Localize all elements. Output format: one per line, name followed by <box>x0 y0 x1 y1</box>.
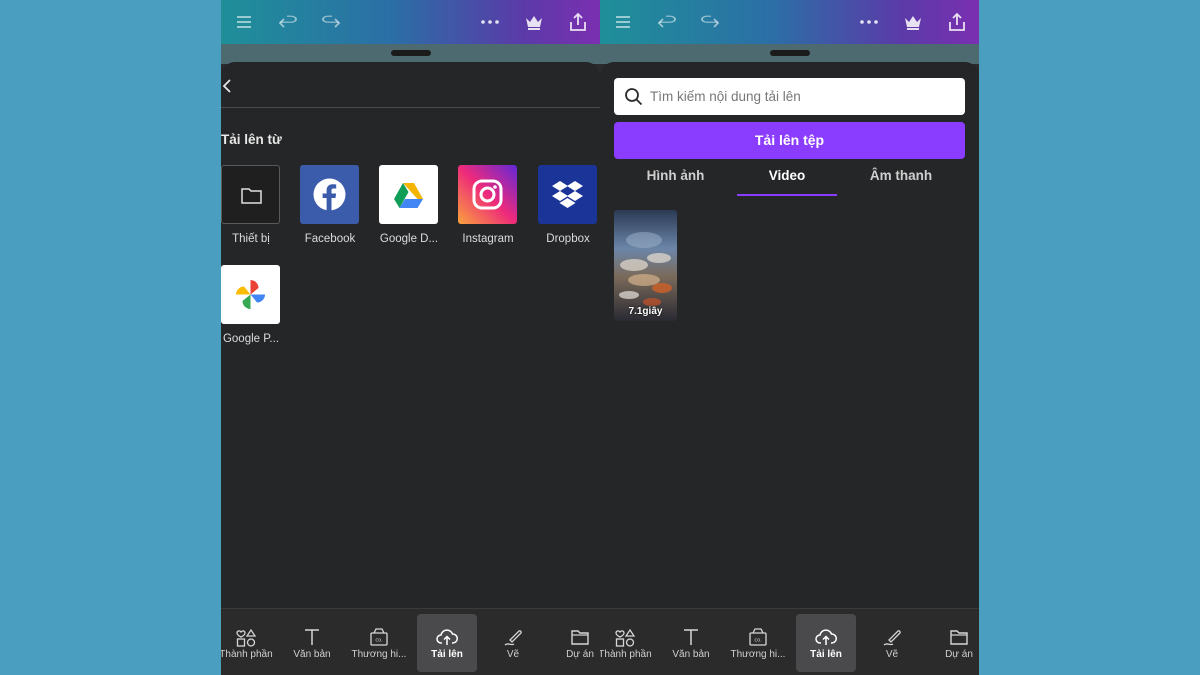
google-drive-icon <box>379 165 438 224</box>
source-dropbox[interactable]: Dropbox <box>538 165 598 245</box>
nav-label: Tải lên <box>431 649 463 660</box>
nav-item-draw[interactable]: Vẽ <box>862 614 922 672</box>
source-device[interactable]: Thiết bị <box>221 165 281 245</box>
tab-video[interactable]: Video <box>737 162 837 196</box>
folder-icon <box>948 626 970 648</box>
drag-handle[interactable] <box>770 50 810 56</box>
back-chevron-icon[interactable] <box>221 77 235 95</box>
instagram-icon <box>458 165 517 224</box>
top-toolbar <box>221 0 600 44</box>
source-label: Facebook <box>304 233 356 245</box>
share-icon[interactable] <box>946 11 968 33</box>
nav-item-brand[interactable]: co. Thương hi... <box>728 614 788 672</box>
svg-text:co.: co. <box>754 638 762 644</box>
bottom-nav: Thành phần Văn bản co. Thương hi... Tải … <box>600 608 979 675</box>
shapes-icon <box>614 626 636 648</box>
nav-item-brand[interactable]: co. Thương hi... <box>349 614 409 672</box>
tab-images[interactable]: Hình ảnh <box>614 162 737 196</box>
nav-label: Thương hi... <box>730 649 786 660</box>
shapes-icon <box>235 626 257 648</box>
source-label: Google D... <box>379 233 439 245</box>
more-icon[interactable] <box>479 11 501 33</box>
source-label: Google P... <box>222 333 280 345</box>
draw-icon <box>881 626 903 648</box>
cloud-upload-icon <box>436 626 458 648</box>
uploads-sheet: Tải lên tệp Hình ảnh Video Âm thanh <box>600 62 979 608</box>
text-icon <box>680 626 702 648</box>
nav-label: Văn bản <box>293 649 331 660</box>
source-instagram[interactable]: Instagram <box>458 165 518 245</box>
brand-icon: co. <box>747 626 769 648</box>
undo-icon[interactable] <box>656 11 678 33</box>
nav-label: Thương hi... <box>351 649 407 660</box>
phone-screen-left: Tải lên từ Thiết bị Facebook Google D...… <box>221 0 600 675</box>
source-label: Instagram <box>462 233 514 245</box>
cloud-upload-icon <box>815 626 837 648</box>
undo-icon[interactable] <box>277 11 299 33</box>
nav-item-text[interactable]: Văn bản <box>661 614 721 672</box>
nav-item-text[interactable]: Văn bản <box>282 614 342 672</box>
nav-item-projects[interactable]: Dự án <box>929 614 979 672</box>
upload-sources-sheet: Tải lên từ Thiết bị Facebook Google D...… <box>221 62 600 608</box>
folder-icon <box>221 165 280 224</box>
media-tabs: Hình ảnh Video Âm thanh <box>614 162 965 198</box>
top-toolbar <box>600 0 979 44</box>
svg-text:co.: co. <box>375 638 383 644</box>
source-facebook[interactable]: Facebook <box>300 165 360 245</box>
search-input[interactable] <box>650 78 950 115</box>
video-thumbnail[interactable]: 7.1giây <box>614 210 677 321</box>
section-title: Tải lên từ <box>221 132 282 147</box>
share-icon[interactable] <box>567 11 589 33</box>
nav-item-uploads[interactable]: Tải lên <box>417 614 477 672</box>
more-icon[interactable] <box>858 11 880 33</box>
menu-icon[interactable] <box>612 11 634 33</box>
nav-label: Văn bản <box>672 649 710 660</box>
nav-item-elements[interactable]: Thành phần <box>600 614 655 672</box>
video-duration: 7.1giây <box>628 306 663 317</box>
search-box[interactable] <box>614 78 965 115</box>
nav-item-projects[interactable]: Dự án <box>550 614 600 672</box>
menu-icon[interactable] <box>233 11 255 33</box>
phone-screen-right: Tải lên tệp Hình ảnh Video Âm thanh <box>600 0 979 675</box>
brand-icon: co. <box>368 626 390 648</box>
source-google-drive[interactable]: Google D... <box>379 165 439 245</box>
nav-label: Vẽ <box>506 649 520 660</box>
source-google-photos[interactable]: Google P... <box>221 265 281 345</box>
google-photos-icon <box>221 265 280 324</box>
source-label: Thiết bị <box>232 233 270 245</box>
upload-file-button[interactable]: Tải lên tệp <box>614 122 965 159</box>
divider <box>221 107 600 108</box>
source-label: Dropbox <box>546 233 590 245</box>
search-icon <box>623 86 644 107</box>
draw-icon <box>502 626 524 648</box>
nav-item-draw[interactable]: Vẽ <box>483 614 543 672</box>
dropbox-icon <box>538 165 597 224</box>
drag-handle[interactable] <box>391 50 431 56</box>
active-tab-indicator <box>737 194 837 196</box>
nav-label: Dự án <box>945 649 973 660</box>
tab-audio[interactable]: Âm thanh <box>837 162 965 196</box>
bottom-nav: Thành phần Văn bản co. Thương hi... Tải … <box>221 608 600 675</box>
facebook-icon <box>300 165 359 224</box>
nav-label: Vẽ <box>885 649 899 660</box>
nav-item-elements[interactable]: Thành phần <box>221 614 276 672</box>
nav-label: Tải lên <box>810 649 842 660</box>
redo-icon[interactable] <box>320 11 342 33</box>
crown-icon[interactable] <box>902 11 924 33</box>
crown-icon[interactable] <box>523 11 545 33</box>
redo-icon[interactable] <box>699 11 721 33</box>
folder-icon <box>569 626 591 648</box>
nav-label: Dự án <box>566 649 594 660</box>
nav-item-uploads[interactable]: Tải lên <box>796 614 856 672</box>
text-icon <box>301 626 323 648</box>
